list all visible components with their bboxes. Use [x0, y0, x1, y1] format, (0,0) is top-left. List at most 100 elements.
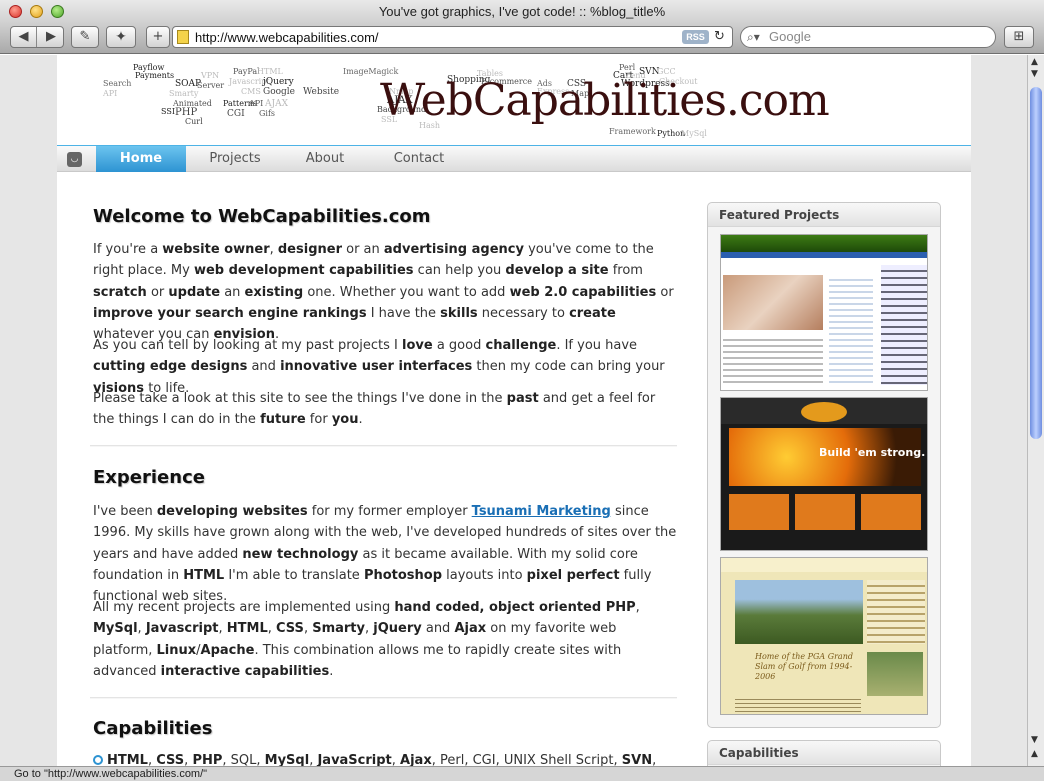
nav-contact-label: Contact [393, 151, 445, 166]
title-bar: You've got graphics, I've got code! :: %… [0, 0, 1044, 24]
thumb-body [735, 696, 861, 714]
zoom-window-icon[interactable] [51, 5, 64, 18]
bold-text: challenge [485, 338, 557, 353]
evernote-button[interactable]: ✦ [106, 26, 136, 48]
thumb-text-lines [829, 275, 873, 385]
nav-home-label: Home [119, 151, 163, 166]
scroll-up-icon[interactable]: ▲ [1031, 57, 1038, 67]
bold-text: jQuery [373, 621, 422, 637]
section-divider [90, 445, 677, 447]
bold-text: Ajax [454, 621, 487, 637]
tag-cloud-word: PayPal [233, 67, 260, 76]
bold-text: future [260, 412, 306, 428]
edit-bookmarks-button[interactable]: ✎ [71, 26, 99, 48]
bold-text: Javascript [145, 621, 219, 637]
rss-button[interactable]: RSS [682, 30, 709, 44]
url-text[interactable]: http://www.webcapabilities.com/ [195, 28, 379, 47]
bold-text: developing websites [156, 504, 308, 519]
minimize-window-icon[interactable] [30, 5, 43, 18]
favicon-icon [177, 30, 189, 44]
bold-text: CSS [276, 621, 304, 637]
bold-text: pixel perfect [526, 567, 620, 583]
capabilities-heading: Capabilities [93, 718, 213, 739]
thumb-sidebar [881, 265, 927, 385]
site-logo[interactable]: WebCapabilities.com [380, 73, 830, 129]
thumb-logo [801, 402, 847, 422]
nav-about-label: About [305, 151, 345, 166]
address-bar[interactable]: http://www.webcapabilities.com/ RSS ↻ [172, 26, 733, 48]
nav-home[interactable]: Home [96, 146, 186, 178]
thumb-body [723, 335, 823, 385]
capabilities-box: Capabilities [707, 740, 941, 766]
bold-text: scratch [93, 284, 147, 300]
search-placeholder: Google [769, 29, 811, 44]
search-icon: ⌕▾ [747, 30, 760, 44]
welcome-paragraph-1: If you're a website owner, designer or a… [93, 242, 674, 343]
back-icon[interactable]: ◀ [11, 27, 37, 47]
welcome-paragraph-3: Please take a look at this site to see t… [93, 391, 656, 428]
vertical-scrollbar[interactable]: ▲ ▼ ▼ ▲ [1027, 55, 1044, 766]
project-thumbnail-1[interactable] [720, 234, 928, 391]
scroll-down-icon[interactable]: ▼ [1031, 69, 1038, 79]
bold-text: Photoshop [363, 567, 443, 583]
rss-icon[interactable]: ◡ [67, 152, 82, 167]
capabilities-line: HTML, CSS, PHP, SQL, MySql, JavaScript, … [107, 753, 657, 766]
tag-cloud-word: AJAX [265, 99, 289, 109]
scroll-thumb[interactable] [1030, 87, 1042, 439]
experience-paragraph-2: All my recent projects are implemented u… [93, 600, 640, 679]
bold-text: past [506, 391, 539, 406]
tag-cloud-word: Search [103, 79, 132, 88]
tag-cloud-word: CGI [227, 109, 245, 119]
book-icon: ⊞ [1013, 29, 1025, 44]
site-nav: ◡ Home Projects About Contact [57, 145, 971, 178]
tag-cloud-word: jQuery [263, 77, 294, 87]
scroll-down-icon[interactable]: ▼ [1031, 735, 1038, 745]
bold-text: cutting edge designs [93, 359, 248, 375]
add-bookmark-button[interactable]: + [146, 26, 170, 48]
bold-text: HTML [226, 621, 268, 637]
bold-text: improve your search engine rankings [93, 305, 367, 321]
scroll-up-icon[interactable]: ▲ [1031, 749, 1038, 759]
nav-contact[interactable]: Contact [367, 146, 471, 172]
tag-cloud-word: Payments [135, 71, 175, 80]
page-content: Welcome to WebCapabilities.com If you're… [57, 172, 971, 766]
project-thumbnail-2[interactable]: Build 'em strong. [720, 397, 928, 551]
bold-text: love [402, 338, 433, 353]
bold-text: Smarty [312, 621, 365, 637]
bold-text: advertising agency [383, 242, 524, 257]
thumb-panel [795, 494, 855, 530]
window-title: You've got graphics, I've got code! :: %… [378, 4, 666, 19]
bold-text: MySql [93, 621, 138, 637]
close-window-icon[interactable] [9, 5, 22, 18]
tsunami-marketing-link[interactable]: Tsunami Marketing [472, 504, 611, 519]
thumb-nav [721, 252, 927, 258]
tag-cloud-word: Google [263, 87, 295, 97]
search-field[interactable]: ⌕▾ Google [740, 26, 996, 48]
forward-icon[interactable]: ▶ [38, 27, 64, 47]
bold-text: website owner [162, 242, 270, 257]
nav-projects-label: Projects [209, 151, 261, 166]
bold-text: Linux [156, 642, 197, 658]
nav-projects[interactable]: Projects [187, 146, 283, 172]
bookmarks-button[interactable]: ⊞ [1004, 26, 1034, 48]
tag-cloud-word: SSI [161, 107, 175, 116]
bold-text: existing [244, 284, 304, 300]
project-thumbnail-3[interactable]: Home of the PGA Grand Slam of Golf from … [720, 557, 928, 715]
bold-text: web development capabilities [193, 263, 414, 279]
bold-text: CSS [156, 753, 185, 766]
capabilities-list-item: HTML, CSS, PHP, SQL, MySql, JavaScript, … [93, 750, 677, 766]
featured-projects-box: Featured Projects Build 'em strong. Home… [707, 202, 941, 728]
pencil-icon: ✎ [79, 29, 91, 44]
bold-text: HTML [183, 567, 225, 583]
nav-about[interactable]: About [283, 146, 367, 172]
tag-cloud-word: MySql [681, 129, 707, 138]
tag-cloud-word: VPN [201, 71, 220, 80]
status-text: Go to "http://www.webcapabilities.com/" [14, 768, 208, 780]
tag-cloud-word: API [103, 89, 118, 98]
reload-icon[interactable]: ↻ [714, 27, 725, 47]
tag-cloud: Payflow Payments Search API VPN SOAP Smarty Ser… [103, 63, 373, 143]
tag-cloud-word: CMS [241, 87, 261, 96]
bold-text: innovative user interfaces [280, 359, 473, 375]
bullet-arrow-icon [93, 755, 103, 765]
experience-paragraph-1: I've been developing websites for my for… [93, 504, 677, 605]
